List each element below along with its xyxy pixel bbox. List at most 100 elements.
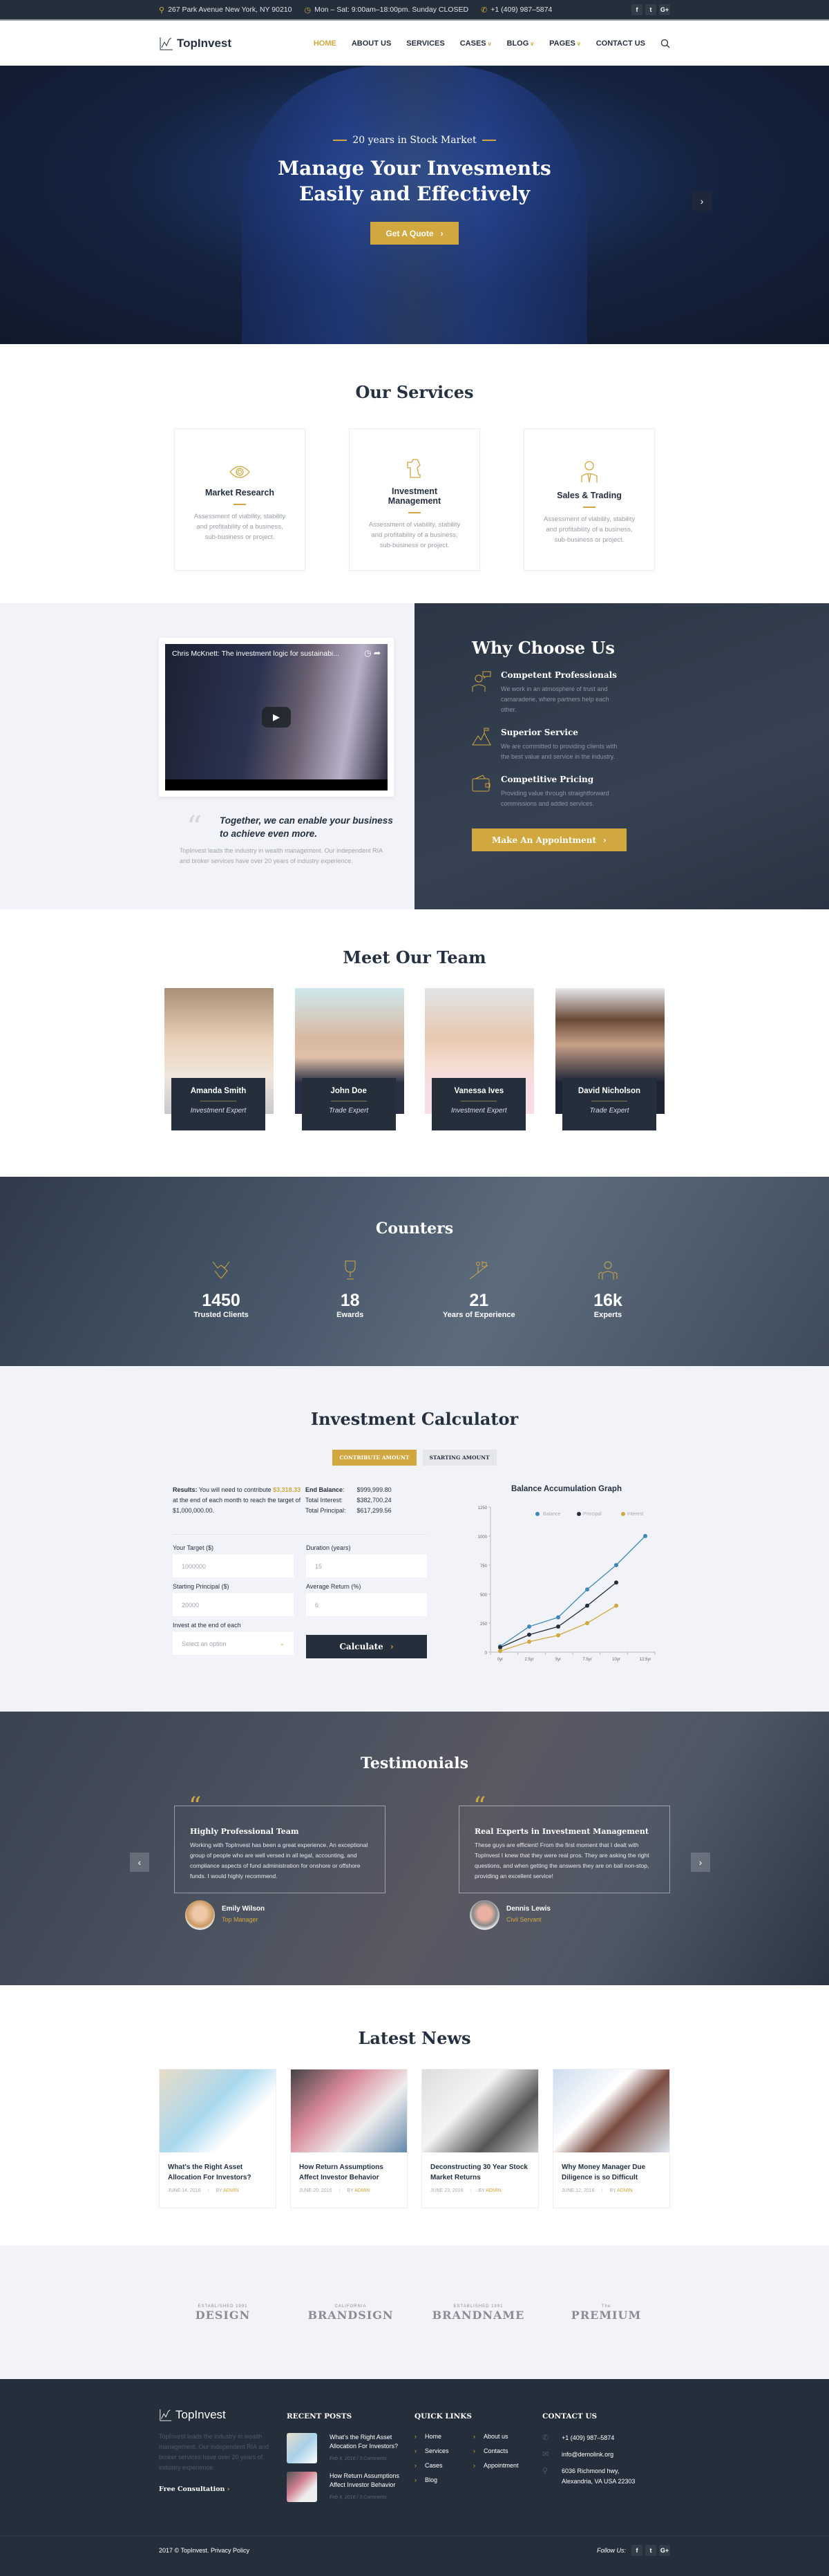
envelope-icon: ✉ xyxy=(542,2450,549,2459)
principal-input[interactable]: 20000 xyxy=(173,1593,294,1616)
testimonial: “Highly Professional Team Working with To… xyxy=(174,1794,385,1930)
results: Results: You will need to contribute $3,… xyxy=(173,1485,427,1516)
google-plus-icon[interactable]: G+ xyxy=(659,4,670,15)
duration-input[interactable]: 15 xyxy=(306,1555,427,1578)
twitter-icon[interactable]: t xyxy=(645,4,656,15)
nav-blog[interactable]: BLOG ∨ xyxy=(507,39,535,48)
climber-icon xyxy=(470,1261,488,1280)
avatar xyxy=(185,1900,215,1930)
x-tick-label: 2.5yr xyxy=(524,1658,533,1662)
target-input[interactable]: 1000000 xyxy=(173,1555,294,1578)
team-member-card[interactable]: Vanessa Ives Investment Expert xyxy=(425,988,535,1140)
author-link[interactable]: ADMIN xyxy=(617,2188,633,2193)
hero-slider: 20 years in Stock Market Manage Your Inv… xyxy=(0,66,829,344)
divider xyxy=(408,512,421,513)
watch-later-icon[interactable]: ◷ xyxy=(364,648,371,658)
team-member-card[interactable]: David Nicholson Trade Expert xyxy=(555,988,665,1140)
series-line-balance xyxy=(499,1535,646,1647)
author-link[interactable]: ADMIN xyxy=(486,2188,502,2193)
counter: 21 Years of Experience xyxy=(430,1260,527,1319)
search-icon[interactable] xyxy=(660,39,670,48)
quick-link[interactable]: › Cases xyxy=(414,2462,473,2469)
service-card[interactable]: Sales & Trading Assessment of viability,… xyxy=(524,428,655,571)
counters-section: Counters 1450 Trusted Clients 18 Ewards 21… xyxy=(0,1177,829,1366)
testimonial-prev-button[interactable]: ‹ xyxy=(130,1853,149,1872)
facebook-icon[interactable]: f xyxy=(631,2545,642,2556)
hours: Mon – Sat: 9:00am–18:00pm. Sunday CLOSED xyxy=(314,6,469,14)
main-nav: HOME ABOUT US SERVICES CASES ∨ BLOG ∨ PAGE… xyxy=(314,39,670,48)
chevron-right-icon: › xyxy=(414,2447,417,2454)
get-quote-button[interactable]: Get A Quote › xyxy=(370,222,459,245)
phone: +1 (409) 987–5874 xyxy=(490,6,553,14)
tab-starting-amount[interactable]: STARTING AMOUNT xyxy=(422,1450,497,1466)
data-point-principal xyxy=(614,1580,618,1585)
email-link[interactable]: info@demolink.org xyxy=(562,2450,613,2460)
twitter-icon[interactable]: t xyxy=(645,2545,656,2556)
news-card[interactable]: Deconstructing 30 Year Stock Market Retu… xyxy=(421,2069,539,2208)
news-image xyxy=(422,2070,538,2152)
nav-home[interactable]: HOME xyxy=(314,39,336,48)
news-title[interactable]: How Return Assumptions Affect Investor B… xyxy=(291,2152,407,2183)
recent-post[interactable]: What's the Right Asset Allocation For In… xyxy=(287,2433,414,2463)
quick-link[interactable]: › Home xyxy=(414,2433,473,2440)
news-title[interactable]: What's the Right Asset Allocation For In… xyxy=(160,2152,276,2183)
recent-post[interactable]: How Return Assumptions Affect Investor B… xyxy=(287,2472,414,2502)
facebook-icon[interactable]: f xyxy=(631,4,642,15)
quick-link[interactable]: › About us xyxy=(473,2433,532,2440)
privacy-policy-link[interactable]: Privacy Policy xyxy=(211,2547,249,2554)
team-member-card[interactable]: Amanda Smith Investment Expert xyxy=(164,988,274,1140)
logo[interactable]: TopInvest xyxy=(159,36,231,51)
service-card[interactable]: Market Research Assessment of viability,… xyxy=(174,428,305,571)
quick-link[interactable]: › Contacts xyxy=(473,2447,532,2454)
tab-contribute-amount[interactable]: CONTRIBUTE AMOUNT xyxy=(332,1450,417,1466)
partner-logo: The PREMIUM xyxy=(571,2304,642,2322)
legend-label: Principal xyxy=(583,1512,602,1517)
divider xyxy=(234,504,246,505)
author-link[interactable]: ADMIN xyxy=(354,2188,370,2193)
nav-services[interactable]: SERVICES xyxy=(406,39,444,48)
counter: 18 Ewards xyxy=(302,1260,399,1319)
data-point-interest xyxy=(498,1649,502,1654)
nav-contact[interactable]: CONTACT US xyxy=(596,39,645,48)
line-chart: 0 250 500 750 1000 1250 0yr 2.5yr 5yr 7.5yr 10yr 12… xyxy=(478,1506,656,1662)
free-consultation-link[interactable]: Free Consultation › xyxy=(159,2485,287,2493)
video-player[interactable]: Chris McKnett: The investment logic for … xyxy=(159,638,394,797)
chevron-right-icon: › xyxy=(390,1642,394,1651)
news-card[interactable]: Why Money Manager Due Diligence is so Di… xyxy=(553,2069,670,2208)
make-appointment-button[interactable]: Make An Appointment › xyxy=(472,828,627,851)
google-plus-icon[interactable]: G+ xyxy=(659,2545,670,2556)
testimonial-next-button[interactable]: › xyxy=(691,1853,710,1872)
news-card[interactable]: What's the Right Asset Allocation For In… xyxy=(159,2069,276,2208)
quick-link[interactable]: › Appointment xyxy=(473,2462,532,2469)
quick-link[interactable]: › Blog xyxy=(414,2476,473,2483)
chevron-down-icon: ∨ xyxy=(530,40,535,47)
y-tick-label: 0 xyxy=(485,1651,488,1656)
y-tick-label: 1250 xyxy=(478,1506,488,1510)
calculate-button[interactable]: Calculate › xyxy=(306,1635,427,1658)
author-link[interactable]: ADMIN xyxy=(223,2188,239,2193)
section-title: Meet Our Team xyxy=(343,947,486,967)
clock-icon: ◷ xyxy=(304,6,312,15)
news-title[interactable]: Why Money Manager Due Diligence is so Di… xyxy=(553,2152,669,2183)
nav-pages[interactable]: PAGES ∨ xyxy=(549,39,581,48)
nav-cases[interactable]: CASES ∨ xyxy=(460,39,492,48)
footer-logo[interactable]: TopInvest xyxy=(159,2408,287,2422)
summary-table: End Balance: $999,999.80 Total Interest: $… xyxy=(305,1486,392,1514)
news-title[interactable]: Deconstructing 30 Year Stock Market Retu… xyxy=(422,2152,538,2183)
data-point-balance xyxy=(527,1625,531,1629)
play-button[interactable]: ▶ xyxy=(262,707,291,728)
service-card[interactable]: Investment Management Assessment of viab… xyxy=(349,428,480,571)
slider-next-button[interactable]: › xyxy=(692,191,712,211)
return-input[interactable]: 6 xyxy=(306,1593,427,1616)
chevron-right-icon: › xyxy=(414,2462,417,2469)
team-member-card[interactable]: John Doe Trade Expert xyxy=(294,988,404,1140)
chevron-right-icon: › xyxy=(473,2433,475,2440)
nav-about[interactable]: ABOUT US xyxy=(352,39,391,48)
invest-frequency-select[interactable]: Select an option ⌄ xyxy=(173,1632,294,1655)
quote-icon: “ xyxy=(187,810,202,845)
news-card[interactable]: How Return Assumptions Affect Investor B… xyxy=(290,2069,408,2208)
header: TopInvest HOME ABOUT US SERVICES CASES ∨ … xyxy=(0,21,829,66)
share-icon[interactable]: ➦ xyxy=(374,648,381,658)
quick-link[interactable]: › Services xyxy=(414,2447,473,2454)
team-section: Meet Our Team Amanda Smith Investment Exp… xyxy=(0,909,829,1177)
